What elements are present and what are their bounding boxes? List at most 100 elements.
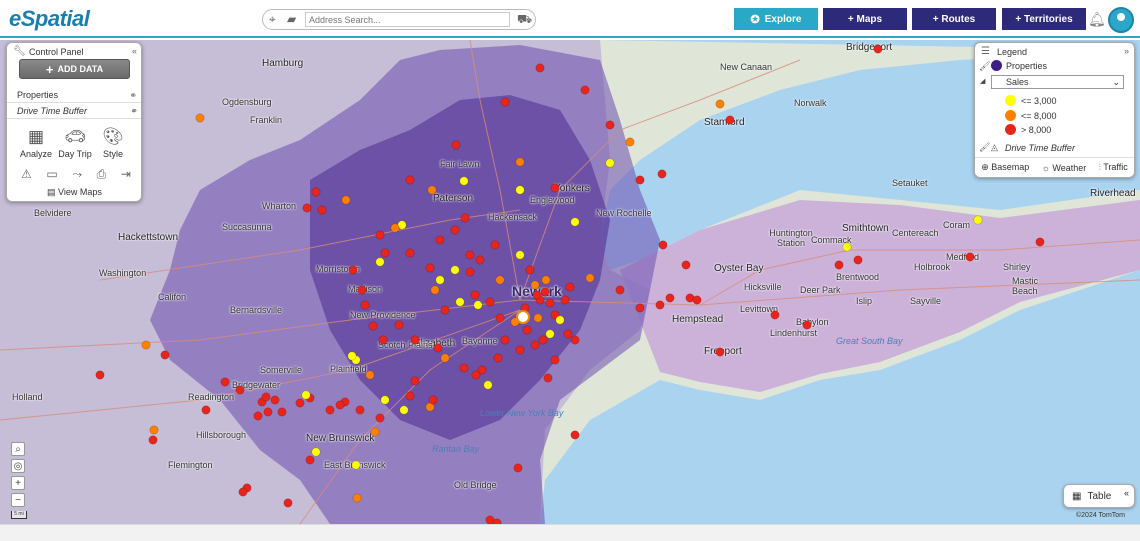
basemap-button[interactable]: ⊕ Basemap <box>981 162 1029 173</box>
weather-button[interactable]: ☼ Weather <box>1042 163 1087 173</box>
property-marker[interactable] <box>470 290 480 300</box>
property-marker[interactable] <box>311 447 321 457</box>
property-marker[interactable] <box>1035 237 1045 247</box>
property-marker[interactable] <box>451 140 461 150</box>
property-marker[interactable] <box>405 248 415 258</box>
property-marker[interactable] <box>450 225 460 235</box>
property-marker[interactable] <box>522 325 532 335</box>
property-marker[interactable] <box>341 195 351 205</box>
property-marker[interactable] <box>495 313 505 323</box>
property-marker[interactable] <box>427 185 437 195</box>
property-marker[interactable] <box>459 363 469 373</box>
property-marker[interactable] <box>390 223 400 233</box>
property-marker[interactable] <box>570 217 580 227</box>
property-marker[interactable] <box>394 320 404 330</box>
folder-icon[interactable]: ▭ <box>46 167 57 182</box>
property-marker[interactable] <box>493 353 503 363</box>
property-marker[interactable] <box>277 407 287 417</box>
property-marker[interactable] <box>725 115 735 125</box>
property-marker[interactable] <box>692 295 702 305</box>
property-marker[interactable] <box>348 265 358 275</box>
property-marker[interactable] <box>160 350 170 360</box>
property-marker[interactable] <box>530 280 540 290</box>
property-marker[interactable] <box>540 287 550 297</box>
property-marker[interactable] <box>195 113 205 123</box>
property-marker[interactable] <box>459 176 469 186</box>
share-icon[interactable]: ⤳ <box>72 167 82 182</box>
layer-link-icon[interactable]: ⚭ <box>129 87 137 103</box>
property-marker[interactable] <box>550 183 560 193</box>
style-tool[interactable]: 🎨︎ Style <box>94 127 132 159</box>
map-canvas[interactable]: Hamburg Ogdensburg Franklin Wharton Succ… <box>0 40 1140 524</box>
property-marker[interactable] <box>149 425 159 435</box>
property-marker[interactable] <box>380 248 390 258</box>
property-marker[interactable] <box>500 97 510 107</box>
property-marker[interactable] <box>483 380 493 390</box>
property-marker[interactable] <box>605 120 615 130</box>
property-marker[interactable] <box>532 290 542 300</box>
notification-bell-icon[interactable]: 🔔︎ <box>1088 11 1106 28</box>
property-marker[interactable] <box>435 275 445 285</box>
property-marker[interactable] <box>261 392 271 402</box>
property-marker[interactable] <box>550 355 560 365</box>
explore-button[interactable]: ✪ Explore <box>734 8 818 30</box>
property-marker[interactable] <box>201 405 211 415</box>
property-marker[interactable] <box>715 347 725 357</box>
layer-link-icon[interactable]: ⚭ <box>129 103 137 119</box>
expand-legend-icon[interactable]: » <box>1124 46 1129 56</box>
property-marker[interactable] <box>335 400 345 410</box>
property-marker[interactable] <box>655 300 665 310</box>
property-marker[interactable] <box>853 255 863 265</box>
property-marker[interactable] <box>460 213 470 223</box>
property-marker[interactable] <box>485 297 495 307</box>
property-marker[interactable] <box>253 411 263 421</box>
export-icon[interactable]: ⇥ <box>121 167 131 182</box>
property-marker[interactable] <box>317 205 327 215</box>
property-marker[interactable] <box>535 63 545 73</box>
property-marker[interactable] <box>410 335 420 345</box>
property-marker[interactable] <box>471 370 481 380</box>
property-marker[interactable] <box>433 343 443 353</box>
property-marker[interactable] <box>301 390 311 400</box>
property-marker[interactable] <box>530 340 540 350</box>
property-marker[interactable] <box>440 353 450 363</box>
property-marker[interactable] <box>538 335 548 345</box>
property-marker[interactable] <box>570 430 580 440</box>
property-marker[interactable] <box>375 230 385 240</box>
property-marker[interactable] <box>842 242 852 252</box>
collapse-triangle-icon[interactable]: ◢ <box>980 77 985 85</box>
sales-select[interactable]: Sales ⌄ <box>991 75 1124 89</box>
property-marker[interactable] <box>625 137 635 147</box>
print-icon[interactable]: ⎙ <box>97 167 107 182</box>
property-marker[interactable] <box>965 252 975 262</box>
property-marker[interactable] <box>580 85 590 95</box>
property-marker[interactable] <box>715 99 725 109</box>
property-marker[interactable] <box>585 273 595 283</box>
location-pin-icon[interactable]: ⌖ <box>269 12 276 27</box>
locate-icon[interactable]: ◎ <box>11 459 25 473</box>
property-marker[interactable] <box>545 329 555 339</box>
property-marker[interactable] <box>635 303 645 313</box>
property-marker[interactable] <box>410 376 420 386</box>
property-marker[interactable] <box>405 391 415 401</box>
property-marker[interactable] <box>95 370 105 380</box>
property-marker[interactable] <box>500 335 510 345</box>
property-marker[interactable] <box>375 413 385 423</box>
property-marker[interactable] <box>435 235 445 245</box>
property-marker[interactable] <box>380 395 390 405</box>
property-marker[interactable] <box>545 298 555 308</box>
view-maps-link[interactable]: ▤ View Maps <box>47 187 102 198</box>
property-marker[interactable] <box>802 320 812 330</box>
property-marker[interactable] <box>357 285 367 295</box>
property-marker[interactable] <box>148 435 158 445</box>
analyze-tool[interactable]: ▦ Analyze <box>17 127 55 159</box>
property-marker[interactable] <box>270 395 280 405</box>
property-marker[interactable] <box>615 285 625 295</box>
property-marker[interactable] <box>283 498 293 508</box>
user-avatar[interactable] <box>1108 7 1134 33</box>
app-logo[interactable]: eSpatial <box>9 6 90 32</box>
property-marker[interactable] <box>347 351 357 361</box>
property-marker[interactable] <box>834 260 844 270</box>
property-marker[interactable] <box>365 370 375 380</box>
property-marker[interactable] <box>490 240 500 250</box>
